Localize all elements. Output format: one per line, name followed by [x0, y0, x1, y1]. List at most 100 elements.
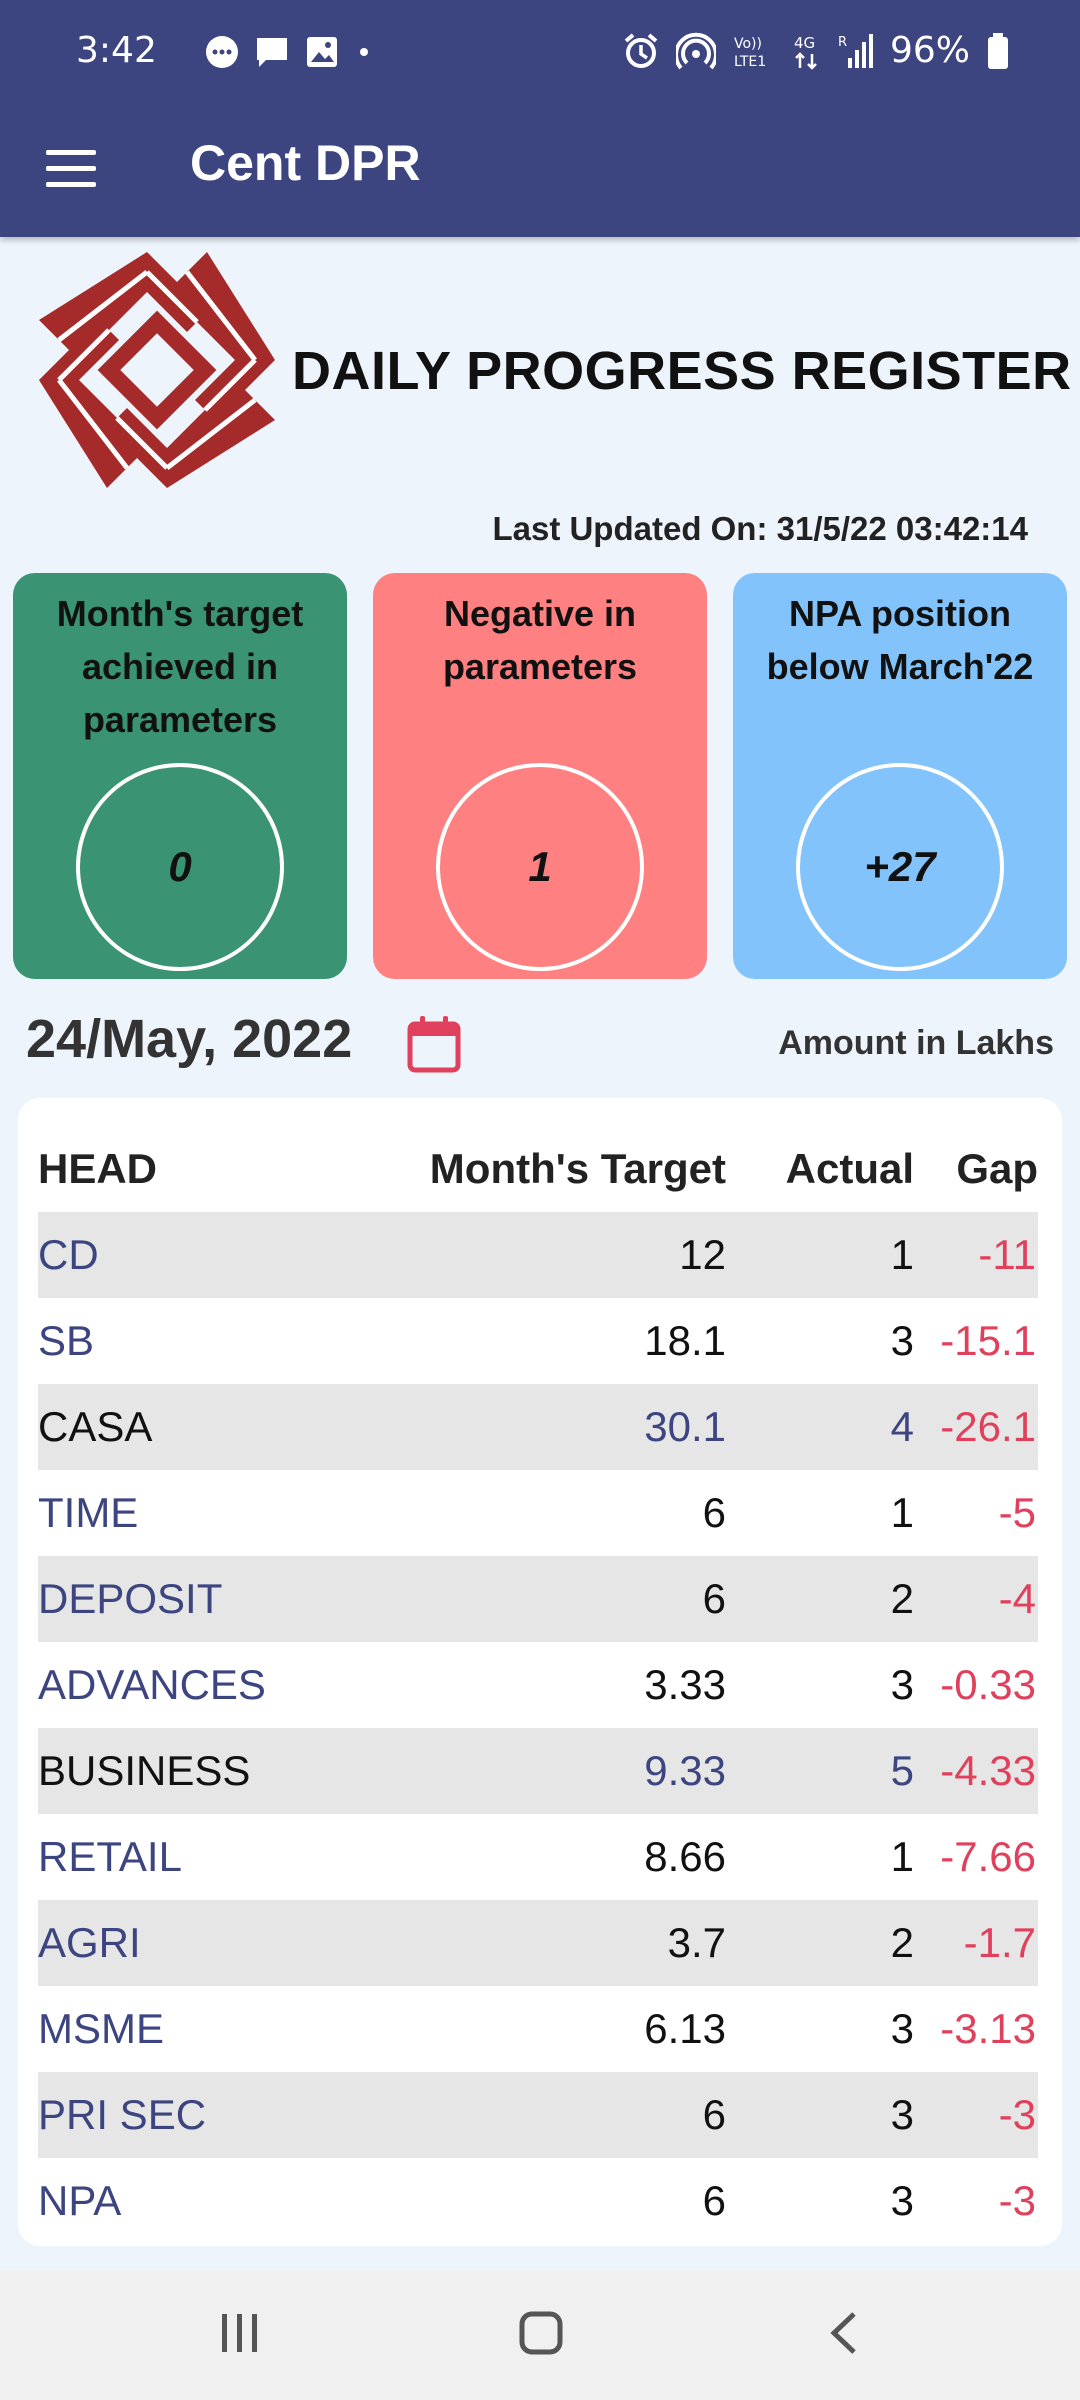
negative-parameters-card[interactable]: Negative in parameters 1: [373, 573, 707, 979]
last-updated: Last Updated On: 31/5/22 03:42:14: [492, 510, 1028, 547]
row-head[interactable]: BUSINESS: [38, 1728, 358, 1814]
row-head[interactable]: SB: [38, 1298, 358, 1384]
row-target: 18.1: [644, 1317, 726, 1364]
card-value: +27: [796, 763, 1004, 971]
bank-logo: [39, 252, 275, 488]
row-target: 6: [702, 1489, 726, 1536]
row-head[interactable]: NPA: [38, 2158, 358, 2244]
recent-apps-icon[interactable]: [218, 2308, 262, 2358]
row-gap: -15.1: [940, 1317, 1036, 1364]
message-icon: [257, 38, 287, 67]
row-gap: -4: [914, 1556, 1038, 1642]
card-value: 1: [436, 763, 644, 971]
target-achieved-card[interactable]: Month's target achieved in parameters 0: [13, 573, 347, 979]
svg-text:LTE1: LTE1: [734, 54, 766, 70]
row-target: 3.7: [358, 1900, 726, 1986]
table-row[interactable]: AGRI 3.7 2 -1.7: [38, 1900, 1038, 1986]
row-target: 30.1: [358, 1384, 726, 1470]
row-target: 6: [358, 1556, 726, 1642]
table-row[interactable]: ADVANCES 3.33 3 -0.33: [38, 1642, 1038, 1728]
column-header-head: HEAD: [38, 1145, 158, 1192]
hotspot-icon: [675, 32, 716, 69]
status-time: 3:42: [76, 30, 157, 71]
svg-text:4G: 4G: [794, 34, 815, 52]
top-bar: 3:42 Vo)) LTE1 4G R 96% Cent DPR: [0, 0, 1080, 237]
table-row[interactable]: CD 12 1 -11: [38, 1212, 1038, 1298]
battery-icon: [988, 32, 1008, 69]
row-head[interactable]: CD: [38, 1212, 358, 1298]
row-target: 6.13: [644, 2005, 726, 2052]
row-head[interactable]: DEPOSIT: [38, 1556, 358, 1642]
row-head[interactable]: TIME: [38, 1470, 358, 1556]
row-gap: -5: [998, 1489, 1036, 1536]
row-gap: -4.33: [914, 1728, 1038, 1814]
row-target: 3.33: [644, 1661, 726, 1708]
progress-table: HEAD Month's Target Actual Gap CD 12 1 -11 S…: [38, 1126, 1038, 2244]
column-header-actual: Actual: [785, 1145, 914, 1192]
card-label: NPA position below March'22: [766, 593, 1034, 687]
table-row[interactable]: SB 18.1 3 -15.1: [38, 1298, 1038, 1384]
row-head[interactable]: MSME: [38, 1986, 358, 2072]
row-target: 6: [702, 2177, 726, 2224]
row-actual: 2: [726, 1900, 914, 1986]
row-head[interactable]: PRI SEC: [38, 2072, 358, 2158]
table-row[interactable]: MSME 6.13 3 -3.13: [38, 1986, 1038, 2072]
table-row[interactable]: RETAIL 8.66 1 -7.66: [38, 1814, 1038, 1900]
row-head[interactable]: AGRI: [38, 1900, 358, 1986]
row-gap: -0.33: [940, 1661, 1036, 1708]
hamburger-menu-icon[interactable]: [46, 146, 100, 194]
table-row[interactable]: DEPOSIT 6 2 -4: [38, 1556, 1038, 1642]
row-target: 6: [358, 2072, 726, 2158]
row-target: 12: [358, 1212, 726, 1298]
image-icon: [307, 37, 337, 67]
dot-icon: [360, 48, 368, 56]
table-row[interactable]: PRI SEC 6 3 -3: [38, 2072, 1038, 2158]
row-gap: -11: [914, 1212, 1038, 1298]
app-title: Cent DPR: [190, 135, 421, 191]
table-row[interactable]: TIME 6 1 -5: [38, 1470, 1038, 1556]
row-head[interactable]: CASA: [38, 1384, 358, 1470]
svg-text:R: R: [838, 35, 847, 50]
row-actual: 2: [726, 1556, 914, 1642]
amount-unit-note: Amount in Lakhs: [778, 1024, 1054, 1062]
back-icon[interactable]: [824, 2308, 864, 2358]
row-actual: 3: [890, 2177, 914, 2224]
row-gap: -3: [998, 2177, 1036, 2224]
system-nav-bar: [0, 2270, 1080, 2400]
table-header-row: HEAD Month's Target Actual Gap: [38, 1126, 1038, 1212]
4g-icon: 4G: [794, 34, 817, 70]
volte-icon: Vo)) LTE1: [734, 36, 766, 70]
notification-icons: [204, 34, 374, 70]
row-gap: -3: [914, 2072, 1038, 2158]
row-actual: 3: [890, 2005, 914, 2052]
row-gap: -7.66: [940, 1833, 1036, 1880]
status-bar: 3:42 Vo)) LTE1 4G R 96%: [0, 0, 1080, 110]
row-actual: 5: [726, 1728, 914, 1814]
report-title: DAILY PROGRESS REGISTER: [292, 341, 1072, 401]
row-actual: 1: [890, 1833, 914, 1880]
battery-percent: 96%: [889, 30, 970, 71]
row-actual: 3: [726, 2072, 914, 2158]
card-value: 0: [76, 763, 284, 971]
card-label: Month's target achieved in parameters: [56, 593, 304, 740]
report-date: 24/May, 2022: [26, 1009, 353, 1069]
home-icon[interactable]: [518, 2308, 564, 2358]
row-head[interactable]: ADVANCES: [38, 1642, 358, 1728]
table-row[interactable]: CASA 30.1 4 -26.1: [38, 1384, 1038, 1470]
calendar-icon[interactable]: [406, 1014, 462, 1074]
row-head[interactable]: RETAIL: [38, 1814, 358, 1900]
row-actual: 1: [890, 1489, 914, 1536]
row-target: 8.66: [644, 1833, 726, 1880]
row-actual: 3: [890, 1661, 914, 1708]
row-gap: -26.1: [914, 1384, 1038, 1470]
table-row[interactable]: BUSINESS 9.33 5 -4.33: [38, 1728, 1038, 1814]
card-label: Negative in parameters: [442, 593, 638, 687]
row-actual: 1: [726, 1212, 914, 1298]
table-row[interactable]: NPA 6 3 -3: [38, 2158, 1038, 2244]
column-header-gap: Gap: [956, 1145, 1038, 1192]
chat-bubble-icon: [206, 36, 238, 68]
system-icons: Vo)) LTE1 4G R 96%: [622, 30, 1010, 71]
npa-position-card[interactable]: NPA position below March'22 +27: [733, 573, 1067, 979]
svg-text:Vo)): Vo)): [734, 36, 762, 52]
row-gap: -1.7: [914, 1900, 1038, 1986]
